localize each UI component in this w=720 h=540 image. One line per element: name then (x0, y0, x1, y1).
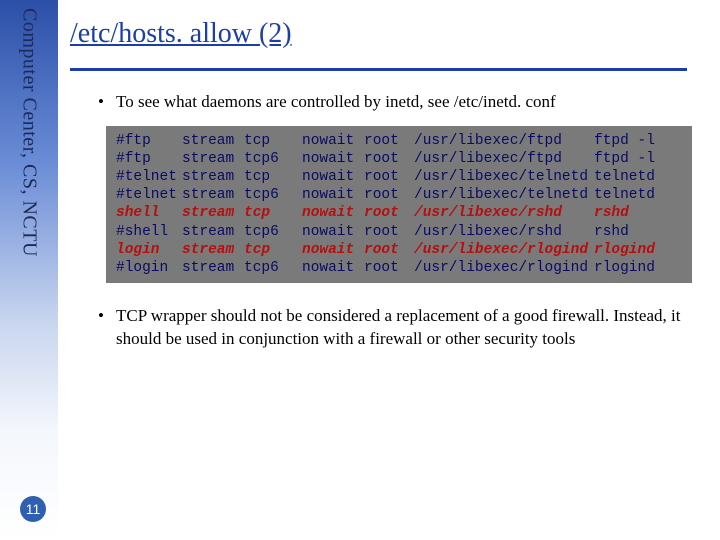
code-cell: nowait (302, 168, 364, 186)
code-cell: #ftp (116, 150, 182, 168)
code-cell: root (364, 186, 414, 204)
page-title: /etc/hosts. allow (2) (70, 18, 700, 50)
code-cell: tcp (244, 204, 302, 222)
code-cell: /usr/libexec/rshd (414, 223, 594, 241)
sidebar-label: Computer Center, CS, NCTU (18, 8, 41, 257)
code-cell: tcp (244, 168, 302, 186)
code-cell: /usr/libexec/rlogind (414, 241, 594, 259)
code-cell: stream (182, 150, 244, 168)
code-cell: ftpd -l (594, 132, 682, 150)
bullet-list: • TCP wrapper should not be considered a… (98, 305, 690, 351)
bullet-item: • To see what daemons are controlled by … (98, 91, 690, 114)
code-cell: root (364, 241, 414, 259)
code-cell: /usr/libexec/telnetd (414, 186, 594, 204)
bullet-list: • To see what daemons are controlled by … (98, 91, 690, 114)
code-cell: #telnet (116, 186, 182, 204)
code-cell: rshd (594, 223, 682, 241)
bullet-dot-icon: • (98, 305, 116, 351)
code-row: #telnetstreamtcp6nowaitroot/usr/libexec/… (116, 186, 682, 204)
code-row: #telnetstreamtcpnowaitroot/usr/libexec/t… (116, 168, 682, 186)
code-cell: shell (116, 204, 182, 222)
code-cell: nowait (302, 150, 364, 168)
code-cell: telnetd (594, 168, 682, 186)
code-cell: nowait (302, 132, 364, 150)
code-row: #loginstreamtcp6nowaitroot/usr/libexec/r… (116, 259, 682, 277)
code-row: #shellstreamtcp6nowaitroot/usr/libexec/r… (116, 223, 682, 241)
code-cell: nowait (302, 186, 364, 204)
code-cell: rlogind (594, 241, 682, 259)
code-cell: stream (182, 241, 244, 259)
code-cell: /usr/libexec/ftpd (414, 150, 594, 168)
code-cell: root (364, 204, 414, 222)
code-cell: tcp (244, 132, 302, 150)
code-cell: tcp6 (244, 150, 302, 168)
bullet-item: • TCP wrapper should not be considered a… (98, 305, 690, 351)
code-cell: tcp6 (244, 186, 302, 204)
code-cell: /usr/libexec/rlogind (414, 259, 594, 277)
code-cell: root (364, 132, 414, 150)
bullet-text: To see what daemons are controlled by in… (116, 91, 556, 114)
code-row: #ftpstreamtcp6nowaitroot/usr/libexec/ftp… (116, 150, 682, 168)
code-cell: nowait (302, 223, 364, 241)
code-cell: /usr/libexec/ftpd (414, 132, 594, 150)
code-cell: stream (182, 168, 244, 186)
code-cell: #login (116, 259, 182, 277)
code-cell: rshd (594, 204, 682, 222)
code-row: shellstreamtcpnowaitroot/usr/libexec/rsh… (116, 204, 682, 222)
code-row: loginstreamtcpnowaitroot/usr/libexec/rlo… (116, 241, 682, 259)
code-cell: #ftp (116, 132, 182, 150)
code-cell: stream (182, 132, 244, 150)
slide-content: /etc/hosts. allow (2) • To see what daem… (70, 0, 710, 540)
code-cell: root (364, 223, 414, 241)
page-number: 11 (20, 496, 46, 522)
code-block: #ftpstreamtcpnowaitroot/usr/libexec/ftpd… (106, 126, 692, 283)
code-cell: stream (182, 204, 244, 222)
code-cell: /usr/libexec/rshd (414, 204, 594, 222)
sidebar: Computer Center, CS, NCTU (0, 0, 58, 540)
code-cell: ftpd -l (594, 150, 682, 168)
code-cell: #telnet (116, 168, 182, 186)
code-cell: telnetd (594, 186, 682, 204)
code-cell: rlogind (594, 259, 682, 277)
code-cell: stream (182, 186, 244, 204)
code-cell: nowait (302, 259, 364, 277)
code-cell: #shell (116, 223, 182, 241)
bullet-text: TCP wrapper should not be considered a r… (116, 305, 690, 351)
code-cell: root (364, 168, 414, 186)
code-cell: stream (182, 223, 244, 241)
code-cell: nowait (302, 204, 364, 222)
code-cell: login (116, 241, 182, 259)
code-cell: stream (182, 259, 244, 277)
title-divider (70, 68, 687, 71)
code-cell: tcp6 (244, 259, 302, 277)
code-cell: root (364, 259, 414, 277)
code-cell: tcp (244, 241, 302, 259)
code-cell: tcp6 (244, 223, 302, 241)
code-cell: root (364, 150, 414, 168)
code-cell: nowait (302, 241, 364, 259)
bullet-dot-icon: • (98, 91, 116, 114)
code-row: #ftpstreamtcpnowaitroot/usr/libexec/ftpd… (116, 132, 682, 150)
code-cell: /usr/libexec/telnetd (414, 168, 594, 186)
